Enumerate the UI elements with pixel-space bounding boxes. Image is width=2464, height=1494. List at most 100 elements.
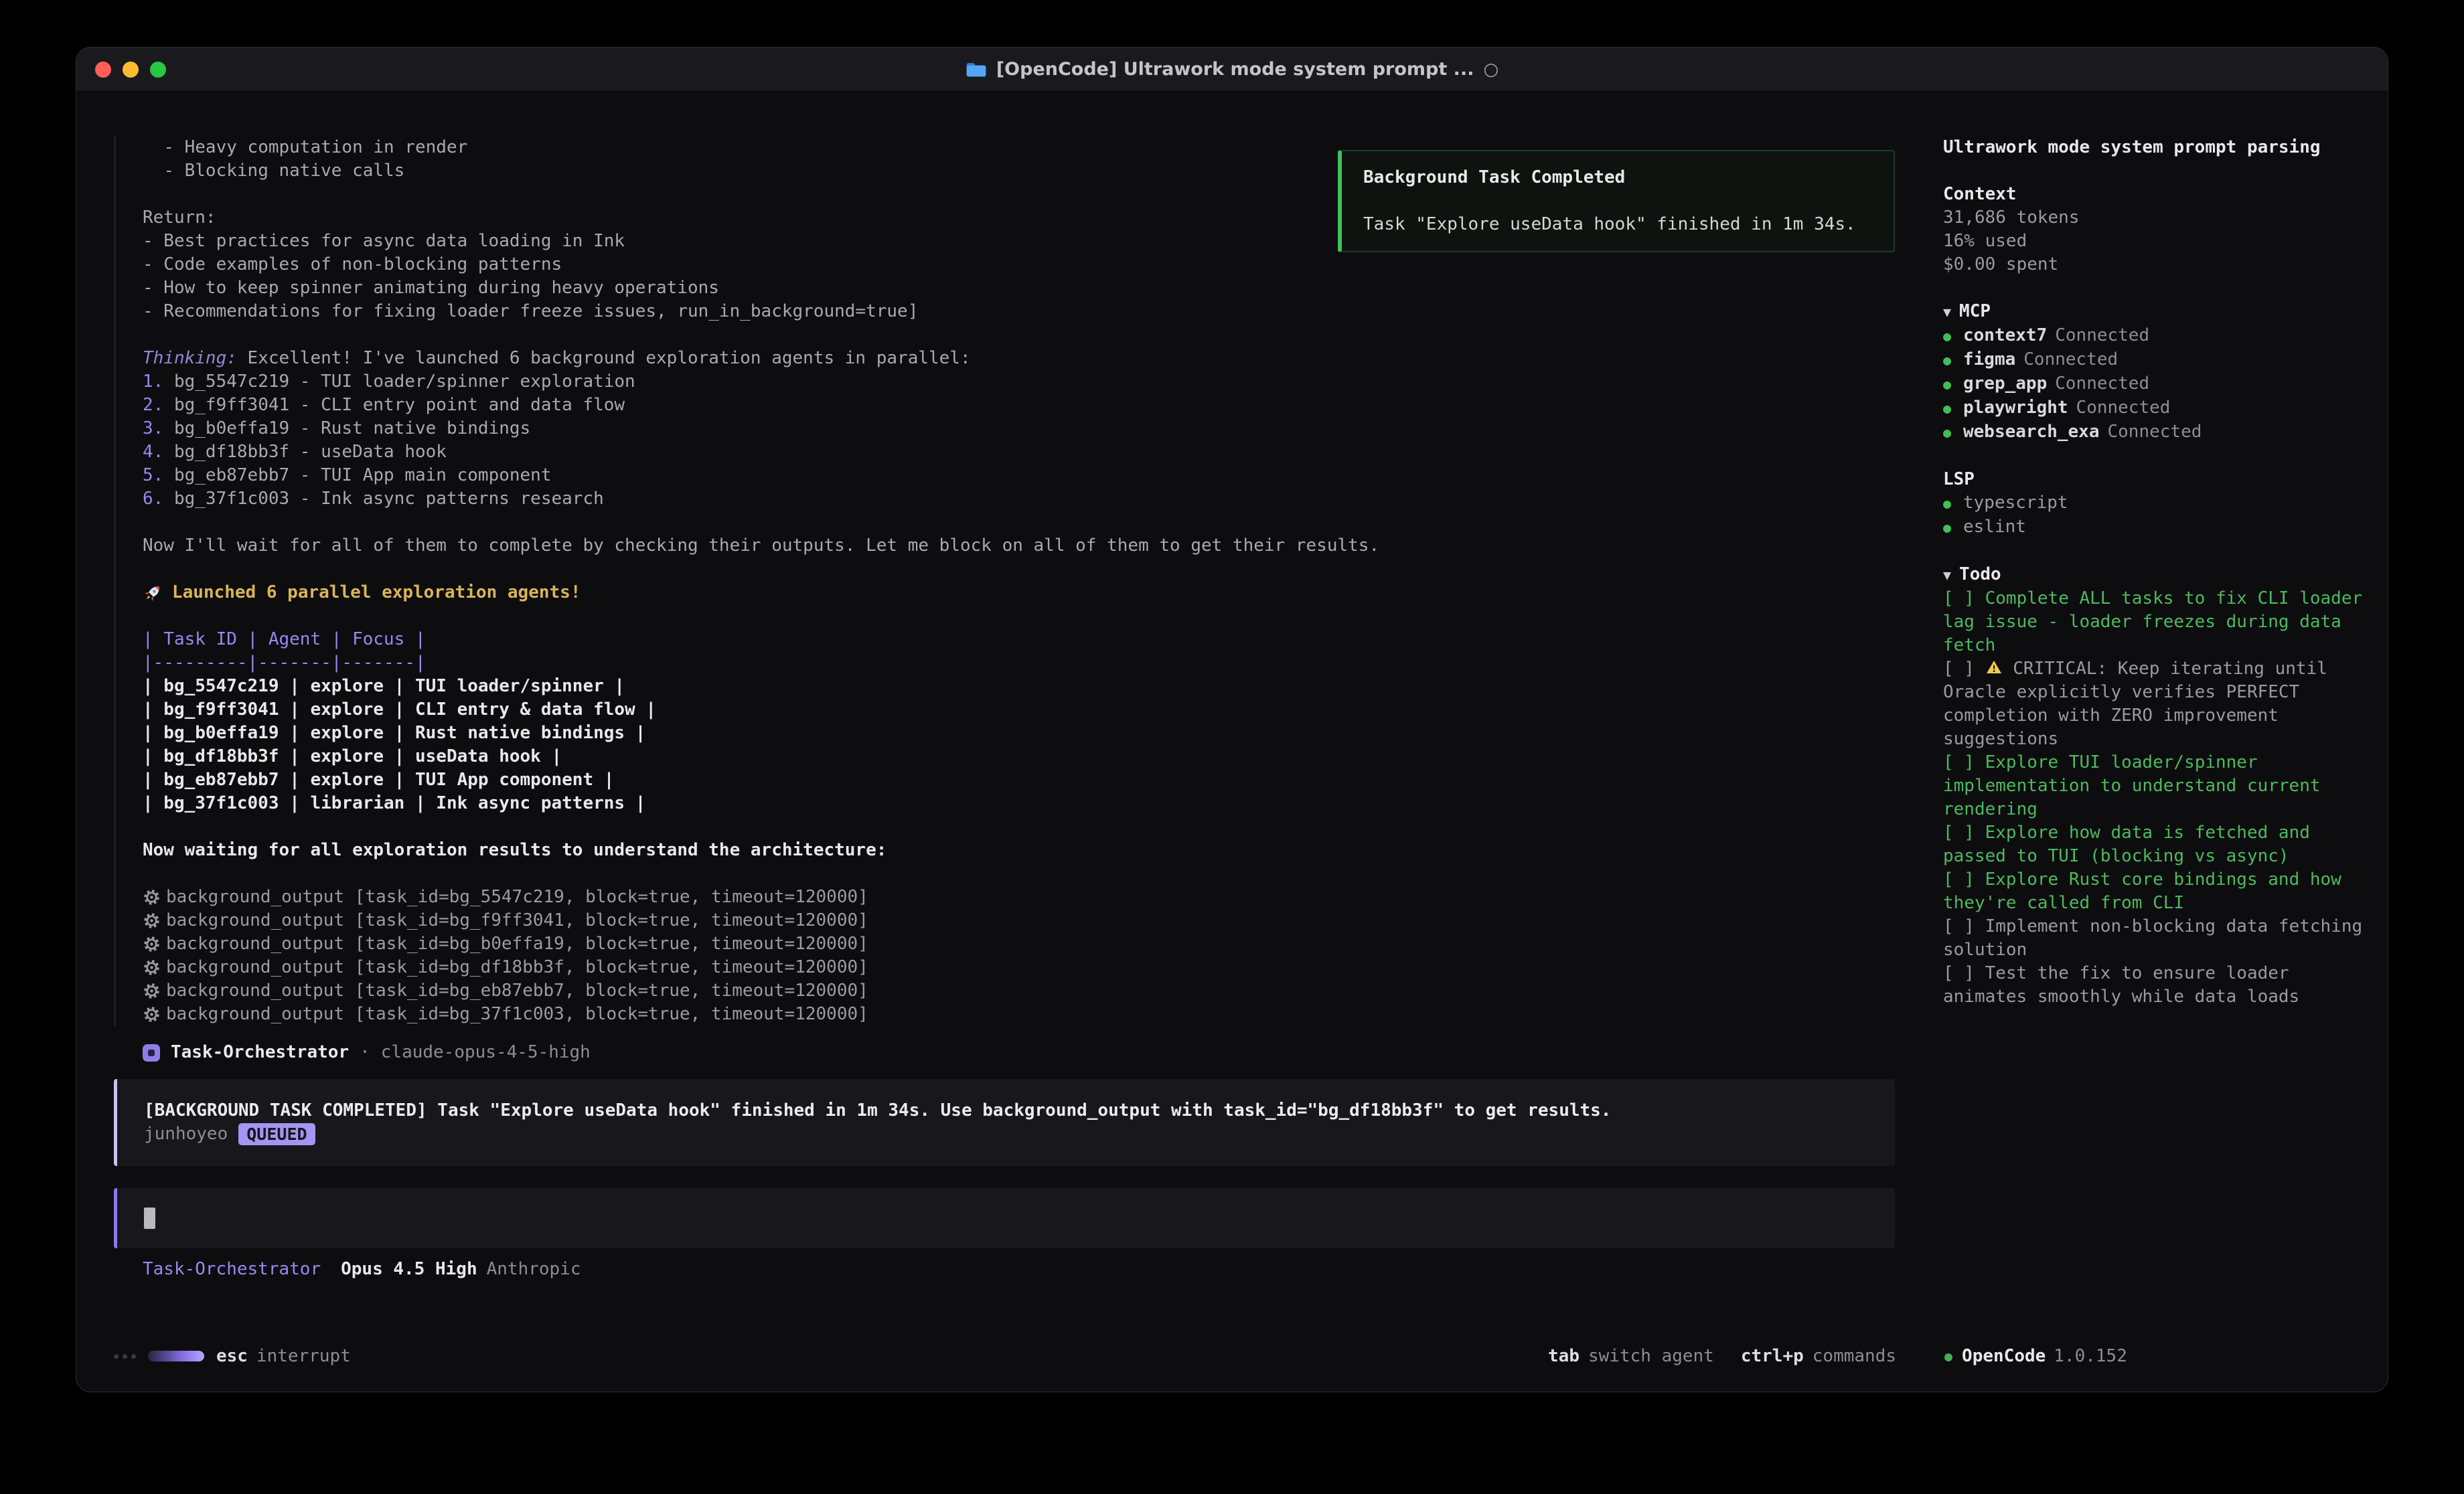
gear-icon (143, 982, 161, 1000)
todo-checkbox: [ ] (1943, 963, 1985, 983)
mcp-server-item: context7 Connected (1943, 324, 2368, 348)
thinking-label: Thinking: (143, 348, 237, 368)
gear-icon (143, 959, 161, 977)
list-number: 6. (143, 489, 163, 509)
numbered-item: 4. bg_df18bb3f - useData hook (143, 440, 1895, 464)
todo-checkbox: [ ] (1943, 659, 1985, 679)
minimize-button[interactable] (123, 62, 139, 78)
mcp-server-item: playwrightConnected (1943, 396, 2368, 420)
mcp-server-name: playwright (1963, 396, 2068, 420)
todo-text: Explore Rust core bindings and how they'… (1943, 869, 2352, 913)
editor-model-name: Opus 4.5 High (341, 1258, 477, 1281)
tool-call-text: background_output [task_id=bg_b0effa19, … (166, 932, 868, 956)
agent-icon (143, 1044, 160, 1062)
list-text: bg_eb87ebb7 - TUI App main component (163, 465, 551, 485)
list-text: bg_b0effa19 - Rust native bindings (163, 418, 530, 438)
list-text: bg_5547c219 - TUI loader/spinner explora… (163, 371, 635, 392)
todo-heading-label: Todo (1959, 564, 2001, 584)
table-row: | bg_37f1c003 | librarian | Ink async pa… (143, 792, 1895, 815)
progress-gradient-bar (148, 1351, 204, 1361)
gear-icon (143, 888, 161, 906)
tool-call-text: background_output [task_id=bg_df18bb3f, … (166, 956, 868, 979)
status-dot-icon (1943, 516, 1963, 540)
list-number: 1. (143, 371, 163, 392)
mcp-server-status: Connected (2108, 420, 2202, 444)
todo-text: Explore how data is fetched and passed t… (1943, 823, 2321, 866)
agent-header: Task-Orchestrator · claude-opus-4-5-high (143, 1041, 1895, 1064)
mcp-server-status: Connected (2055, 324, 2149, 347)
todo-checkbox: [ ] (1943, 869, 1985, 890)
todo-item: [ ] Complete ALL tasks to fix CLI loader… (1943, 587, 2368, 657)
prompt-editor[interactable] (114, 1188, 1895, 1248)
collapse-triangle-icon: ▼ (1943, 304, 1951, 320)
todo-heading[interactable]: ▼ Todo (1943, 563, 2368, 587)
list-text: bg_37f1c003 - Ink async patterns researc… (163, 489, 603, 509)
todo-item: [ ] CRITICAL: Keep iterating until Oracl… (1943, 657, 2368, 751)
statusbar-main: esc interrupt tab switch agent ctrl+p co… (76, 1321, 1920, 1392)
list-text: bg_df18bb3f - useData hook (163, 442, 447, 462)
todo-checkbox: [ ] (1943, 752, 1985, 772)
status-dot-icon (1943, 421, 1963, 444)
mcp-heading-label: MCP (1959, 301, 1991, 321)
content-row: - Heavy computation in render - Blocking… (76, 92, 2388, 1305)
switch-agent-label: switch agent (1588, 1345, 1714, 1368)
agent-name: Task-Orchestrator (171, 1041, 349, 1064)
tool-call-text: background_output [task_id=bg_5547c219, … (166, 886, 868, 909)
toast-body: Task "Explore useData hook" finished in … (1363, 213, 1872, 236)
todo-text: CRITICAL: Keep iterating until Oracle ex… (1943, 659, 2338, 749)
todo-item: [ ] Test the fix to ensure loader animat… (1943, 962, 2368, 1009)
todo-text: Implement non-blocking data fetching sol… (1943, 916, 2373, 960)
background-task-meta: junhoyeo QUEUED (144, 1123, 1868, 1146)
toast-title: Background Task Completed (1363, 166, 1872, 189)
username: junhoyeo (144, 1123, 228, 1146)
ctrlp-key-label: ctrl+p (1741, 1345, 1804, 1368)
main-terminal: - Heavy computation in render - Blocking… (76, 92, 1919, 1305)
gear-icon (143, 1005, 161, 1023)
toast-notification: Background Task Completed Task "Explore … (1338, 150, 1895, 252)
lsp-name: typescript (1963, 491, 2068, 515)
mcp-server-item: figmaConnected (1943, 348, 2368, 372)
numbered-item: 5. bg_eb87ebb7 - TUI App main component (143, 464, 1895, 487)
gear-icon (143, 935, 161, 953)
context-tokens: 31,686 tokens (1943, 206, 2368, 230)
tool-call-row: background_output [task_id=bg_df18bb3f, … (143, 956, 1895, 979)
mcp-heading[interactable]: ▼ MCP (1943, 300, 2368, 324)
agent-model: claude-opus-4-5-high (381, 1041, 591, 1064)
status-dot-icon (1943, 373, 1963, 396)
app-status-dot-icon (1944, 1345, 1952, 1368)
table-separator: |---------|-------|-------| (143, 651, 1895, 675)
app-name: OpenCode (1962, 1345, 2046, 1368)
mcp-server-status: Connected (2023, 348, 2118, 371)
rocket-icon (139, 578, 167, 606)
todo-item: [ ] Explore how data is fetched and pass… (1943, 821, 2368, 868)
table-row: | bg_5547c219 | explore | TUI loader/spi… (143, 675, 1895, 698)
tool-call-row: background_output [task_id=bg_37f1c003, … (143, 1003, 1895, 1026)
collapse-triangle-icon: ▼ (1943, 567, 1951, 583)
todo-item: [ ] Implement non-blocking data fetching… (1943, 915, 2368, 962)
lsp-item: eslint (1943, 515, 2368, 540)
zoom-button[interactable] (150, 62, 166, 78)
tool-call-row: background_output [task_id=bg_b0effa19, … (143, 932, 1895, 956)
tool-call-text: background_output [task_id=bg_37f1c003, … (166, 1003, 868, 1026)
thinking-text: Excellent! I've launched 6 background ex… (237, 348, 971, 368)
commands-hint: ctrl+p commands (1741, 1345, 1896, 1368)
agent-separator: · (360, 1041, 370, 1064)
window-title: [OpenCode] Ultrawork mode system prompt … (996, 59, 1474, 80)
list-text: bg_f9ff3041 - CLI entry point and data f… (163, 395, 625, 415)
mcp-server-item: grep_appConnected (1943, 372, 2368, 396)
launch-banner-text: Launched 6 parallel exploration agents! (172, 581, 581, 604)
status-dot-icon (1943, 349, 1963, 372)
mcp-server-status: Connected (2055, 372, 2149, 396)
editor-status-line: Task-Orchestrator Opus 4.5 High Anthropi… (143, 1258, 1895, 1281)
interrupt-hint: esc interrupt (216, 1345, 351, 1368)
editor-provider-name: Anthropic (487, 1258, 581, 1281)
mcp-server-name: context7 (1963, 324, 2047, 347)
tab-key-label: tab (1548, 1345, 1580, 1368)
todo-checkbox: [ ] (1943, 916, 1985, 936)
context-used: 16% used (1943, 230, 2368, 253)
close-button[interactable] (95, 62, 111, 78)
status-dot-icon (1943, 492, 1963, 515)
background-task-message: [BACKGROUND TASK COMPLETED] Task "Explor… (144, 1099, 1868, 1123)
mcp-server-name: websearch_exa (1963, 420, 2100, 444)
terminal-window: [OpenCode] Ultrawork mode system prompt … (76, 47, 2388, 1392)
